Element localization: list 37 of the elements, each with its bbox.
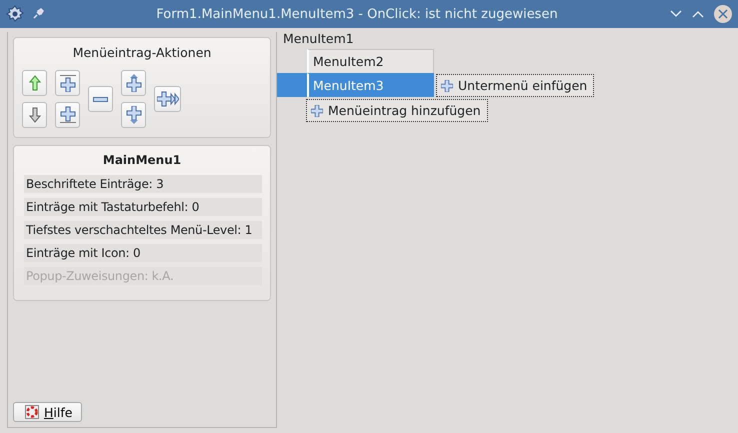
menu-item[interactable]: MenuItem1 xyxy=(283,31,738,46)
plus-icon xyxy=(58,74,76,92)
window-title: Form1.MainMenu1.MenuItem3 - OnClick: ist nicht zugewiesen xyxy=(155,6,559,22)
toolbar-button[interactable] xyxy=(88,86,113,112)
add-item-button[interactable]: Menüeintrag hinzufügen xyxy=(306,99,488,122)
selection-highlight xyxy=(277,73,307,97)
stat-row: Tiefstes verschachteltes Menü-Level: 1 xyxy=(24,221,262,239)
panel-title: MainMenu1 xyxy=(102,153,182,167)
plus-icon xyxy=(156,90,178,108)
stat-row: Einträge mit Icon: 0 xyxy=(24,244,262,262)
maximize-icon[interactable] xyxy=(692,10,704,18)
pin-icon[interactable] xyxy=(32,8,44,20)
close-icon[interactable] xyxy=(714,5,732,23)
toolbar-button[interactable] xyxy=(121,70,146,96)
toolbar-button[interactable] xyxy=(154,86,181,112)
minimize-icon[interactable] xyxy=(670,10,682,18)
menu-item[interactable]: MenuItem2 xyxy=(307,49,434,73)
lifebuoy-icon xyxy=(25,405,39,419)
gear-icon xyxy=(6,5,24,23)
toolbar-button[interactable] xyxy=(22,102,47,128)
menu-item[interactable]: MenuItem3 xyxy=(307,73,434,97)
toolbar-button[interactable] xyxy=(22,70,47,96)
add-submenu-button[interactable]: Untermenü einfügen xyxy=(436,74,594,97)
panel-title: Menüeintrag-Aktionen xyxy=(72,45,212,60)
toolbar-button[interactable] xyxy=(55,70,80,96)
plus-icon xyxy=(441,80,453,92)
help-button[interactable]: Hilfe xyxy=(13,402,82,422)
toolbar-button[interactable] xyxy=(121,102,146,128)
stat-row: Beschriftete Einträge: 3 xyxy=(24,175,262,193)
plus-icon xyxy=(311,104,323,116)
stat-row: Einträge mit Tastaturbefehl: 0 xyxy=(24,198,262,216)
plus-icon xyxy=(58,106,76,124)
minus-icon xyxy=(93,96,108,102)
plus-icon xyxy=(124,74,142,92)
toolbar-button[interactable] xyxy=(55,102,80,128)
stat-row: Popup-Zuweisungen: k.A. xyxy=(24,267,262,285)
plus-icon xyxy=(124,106,142,124)
